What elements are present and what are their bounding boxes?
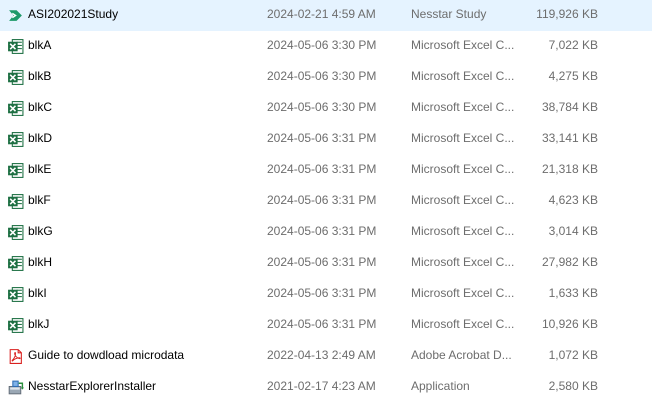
file-row[interactable]: blkA 2024-05-06 3:30 PM Microsoft Excel … <box>0 31 652 62</box>
file-type: Microsoft Excel C... <box>411 38 515 52</box>
file-name: blkB <box>28 69 52 83</box>
file-date-modified: 2024-05-06 3:31 PM <box>267 286 377 300</box>
file-row[interactable]: blkI 2024-05-06 3:31 PM Microsoft Excel … <box>0 279 652 310</box>
file-type: Microsoft Excel C... <box>411 193 515 207</box>
file-date-modified: 2024-05-06 3:30 PM <box>267 100 377 114</box>
file-type: Microsoft Excel C... <box>411 131 515 145</box>
file-row[interactable]: NesstarExplorerInstaller 2021-02-17 4:23… <box>0 372 652 403</box>
file-size: 119,926 KB <box>536 7 598 21</box>
file-row[interactable]: blkE 2024-05-06 3:31 PM Microsoft Excel … <box>0 155 652 186</box>
file-name: blkD <box>28 131 53 145</box>
excel-csv-icon <box>7 100 24 117</box>
excel-csv-icon <box>7 131 24 148</box>
file-list: ASI202021Study 2024-02-21 4:59 AM Nessta… <box>0 0 652 403</box>
file-name: blkF <box>28 193 51 207</box>
file-type: Microsoft Excel C... <box>411 162 515 176</box>
file-type: Microsoft Excel C... <box>411 224 515 238</box>
file-type: Microsoft Excel C... <box>411 255 515 269</box>
file-row[interactable]: ASI202021Study 2024-02-21 4:59 AM Nessta… <box>0 0 652 31</box>
excel-csv-icon <box>7 286 24 303</box>
file-type: Microsoft Excel C... <box>411 100 515 114</box>
file-date-modified: 2021-02-17 4:23 AM <box>267 379 376 393</box>
excel-csv-icon <box>7 224 24 241</box>
file-name: blkG <box>28 224 53 238</box>
file-date-modified: 2024-05-06 3:31 PM <box>267 255 377 269</box>
pdf-icon <box>7 348 24 365</box>
file-row[interactable]: blkH 2024-05-06 3:31 PM Microsoft Excel … <box>0 248 652 279</box>
installer-icon <box>7 379 24 396</box>
file-size: 1,633 KB <box>548 286 598 300</box>
excel-csv-icon <box>7 69 24 86</box>
file-date-modified: 2024-05-06 3:30 PM <box>267 69 377 83</box>
file-size: 38,784 KB <box>541 100 598 114</box>
excel-csv-icon <box>7 162 24 179</box>
file-date-modified: 2022-04-13 2:49 AM <box>267 348 376 362</box>
excel-csv-icon <box>7 193 24 210</box>
nesstar-study-icon <box>7 7 24 24</box>
file-date-modified: 2024-05-06 3:31 PM <box>267 131 377 145</box>
file-size: 7,022 KB <box>548 38 598 52</box>
file-row[interactable]: blkC 2024-05-06 3:30 PM Microsoft Excel … <box>0 93 652 124</box>
file-type: Microsoft Excel C... <box>411 317 515 331</box>
file-name: blkA <box>28 38 52 52</box>
file-name: blkJ <box>28 317 50 331</box>
excel-csv-icon <box>7 317 24 334</box>
file-name: blkI <box>28 286 47 300</box>
file-row[interactable]: blkJ 2024-05-06 3:31 PM Microsoft Excel … <box>0 310 652 341</box>
file-row[interactable]: blkG 2024-05-06 3:31 PM Microsoft Excel … <box>0 217 652 248</box>
file-row[interactable]: blkD 2024-05-06 3:31 PM Microsoft Excel … <box>0 124 652 155</box>
file-name: Guide to dowdload microdata <box>28 348 185 362</box>
file-name: blkC <box>28 100 53 114</box>
file-date-modified: 2024-05-06 3:31 PM <box>267 317 377 331</box>
file-type: Application <box>411 379 470 393</box>
file-size: 21,318 KB <box>541 162 598 176</box>
file-date-modified: 2024-05-06 3:31 PM <box>267 193 377 207</box>
file-row[interactable]: Guide to dowdload microdata 2022-04-13 2… <box>0 341 652 372</box>
file-name: blkE <box>28 162 52 176</box>
file-size: 3,014 KB <box>548 224 598 238</box>
excel-csv-icon <box>7 38 24 55</box>
file-type: Microsoft Excel C... <box>411 286 515 300</box>
file-size: 1,072 KB <box>548 348 598 362</box>
file-type: Microsoft Excel C... <box>411 69 515 83</box>
file-type: Adobe Acrobat D... <box>411 348 512 362</box>
excel-csv-icon <box>7 255 24 272</box>
file-type: Nesstar Study <box>411 7 487 21</box>
file-size: 27,982 KB <box>541 255 598 269</box>
file-row[interactable]: blkF 2024-05-06 3:31 PM Microsoft Excel … <box>0 186 652 217</box>
file-date-modified: 2024-05-06 3:31 PM <box>267 162 377 176</box>
file-name: NesstarExplorerInstaller <box>28 379 157 393</box>
file-size: 2,580 KB <box>548 379 598 393</box>
file-name: blkH <box>28 255 53 269</box>
file-size: 33,141 KB <box>541 131 598 145</box>
file-size: 10,926 KB <box>541 317 598 331</box>
file-row[interactable]: blkB 2024-05-06 3:30 PM Microsoft Excel … <box>0 62 652 93</box>
file-name: ASI202021Study <box>28 7 119 21</box>
file-date-modified: 2024-02-21 4:59 AM <box>267 7 376 21</box>
file-date-modified: 2024-05-06 3:30 PM <box>267 38 377 52</box>
file-size: 4,623 KB <box>548 193 598 207</box>
file-size: 4,275 KB <box>548 69 598 83</box>
file-date-modified: 2024-05-06 3:31 PM <box>267 224 377 238</box>
